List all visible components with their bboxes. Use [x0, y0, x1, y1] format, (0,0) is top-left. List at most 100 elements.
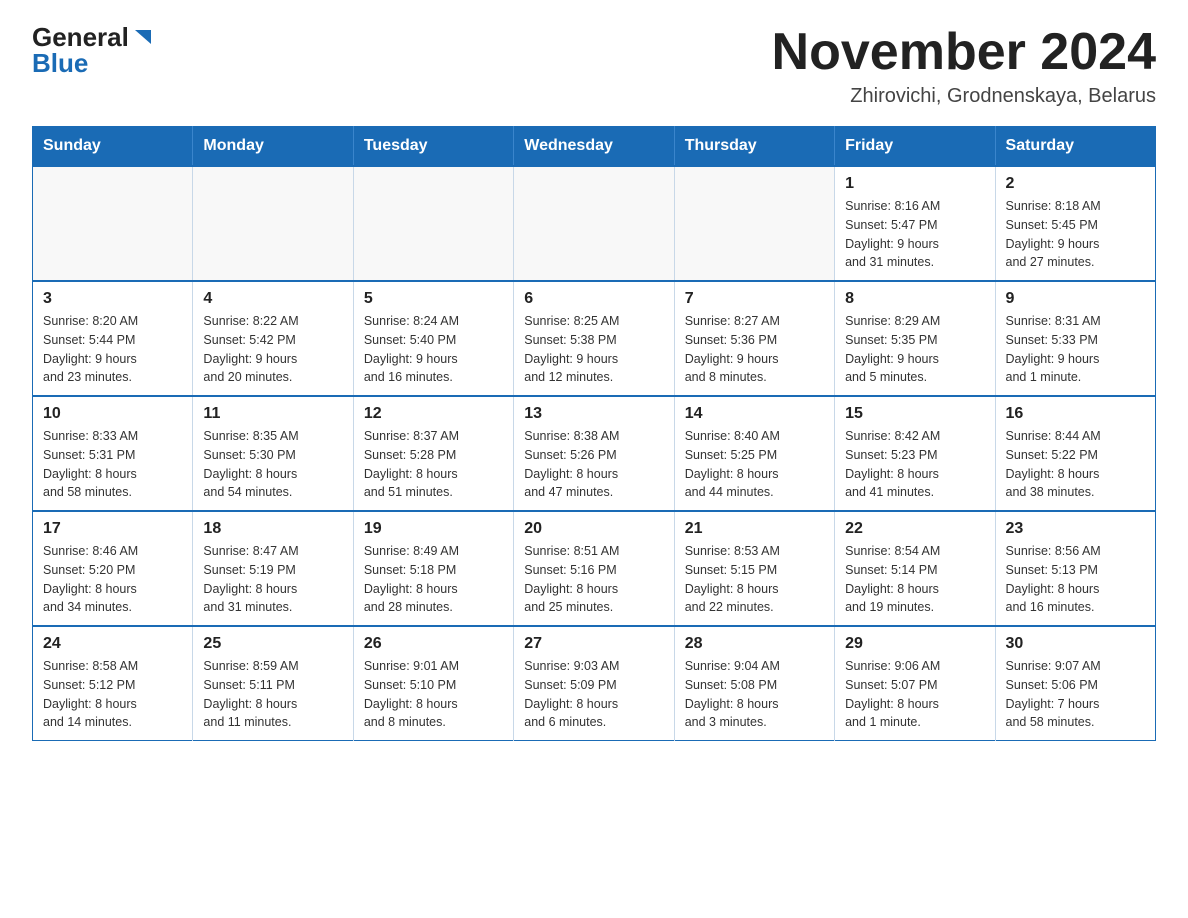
- location-subtitle: Zhirovichi, Grodnenskaya, Belarus: [772, 85, 1156, 108]
- logo-triangle-icon: [131, 26, 153, 48]
- calendar-cell: 16Sunrise: 8:44 AM Sunset: 5:22 PM Dayli…: [995, 396, 1155, 511]
- day-info: Sunrise: 8:25 AM Sunset: 5:38 PM Dayligh…: [524, 312, 663, 387]
- day-info: Sunrise: 8:49 AM Sunset: 5:18 PM Dayligh…: [364, 542, 503, 617]
- col-saturday: Saturday: [995, 127, 1155, 167]
- calendar-title: November 2024: [772, 24, 1156, 81]
- calendar-cell: 19 Sunrise: 8:49 AM Sunset: 5:18 PM Dayli…: [353, 511, 513, 626]
- day-number: 27: [524, 635, 663, 653]
- day-info: Sunrise: 8:31 AM Sunset: 5:33 PM Dayligh…: [1006, 312, 1145, 387]
- calendar-cell: [674, 166, 834, 281]
- day-info: Sunrise: 8:59 AM Sunset: 5:11 PM Dayligh…: [203, 657, 342, 732]
- calendar-cell: 29 Sunrise: 9:06 AM Sunset: 5:07 PM Dayli…: [835, 626, 995, 741]
- calendar-cell: 7Sunrise: 8:27 AM Sunset: 5:36 PM Daylig…: [674, 281, 834, 396]
- calendar-cell: [193, 166, 353, 281]
- calendar-cell: [353, 166, 513, 281]
- col-thursday: Thursday: [674, 127, 834, 167]
- calendar-cell: 8Sunrise: 8:29 AM Sunset: 5:35 PM Daylig…: [835, 281, 995, 396]
- day-number: 12: [364, 405, 503, 423]
- calendar-header: Sunday Monday Tuesday Wednesday Thursday…: [33, 127, 1156, 167]
- calendar-cell: 18 Sunrise: 8:47 AM Sunset: 5:19 PM Dayli…: [193, 511, 353, 626]
- day-info: Sunrise: 9:06 AM Sunset: 5:07 PM Dayligh…: [845, 657, 984, 732]
- day-info: Sunrise: 9:04 AM Sunset: 5:08 PM Dayligh…: [685, 657, 824, 732]
- col-tuesday: Tuesday: [353, 127, 513, 167]
- day-number: 13: [524, 405, 663, 423]
- calendar-cell: [514, 166, 674, 281]
- calendar-cell: 6 Sunrise: 8:25 AM Sunset: 5:38 PM Daylig…: [514, 281, 674, 396]
- calendar-cell: 11 Sunrise: 8:35 AM Sunset: 5:30 PM Dayli…: [193, 396, 353, 511]
- day-info: Sunrise: 8:46 AM Sunset: 5:20 PM Dayligh…: [43, 542, 182, 617]
- calendar-cell: 13 Sunrise: 8:38 AM Sunset: 5:26 PM Dayli…: [514, 396, 674, 511]
- day-number: 22: [845, 520, 984, 538]
- calendar-cell: 12 Sunrise: 8:37 AM Sunset: 5:28 PM Dayli…: [353, 396, 513, 511]
- day-number: 23: [1006, 520, 1145, 538]
- day-number: 28: [685, 635, 824, 653]
- calendar-cell: 1Sunrise: 8:16 AM Sunset: 5:47 PM Daylig…: [835, 166, 995, 281]
- day-number: 20: [524, 520, 663, 538]
- day-info: Sunrise: 8:42 AM Sunset: 5:23 PM Dayligh…: [845, 427, 984, 502]
- day-number: 10: [43, 405, 182, 423]
- day-info: Sunrise: 8:24 AM Sunset: 5:40 PM Dayligh…: [364, 312, 503, 387]
- col-wednesday: Wednesday: [514, 127, 674, 167]
- day-info: Sunrise: 8:47 AM Sunset: 5:19 PM Dayligh…: [203, 542, 342, 617]
- page-header: General Blue November 2024 Zhirovichi, G…: [32, 24, 1156, 108]
- calendar-week-1: 1Sunrise: 8:16 AM Sunset: 5:47 PM Daylig…: [33, 166, 1156, 281]
- calendar-cell: 27 Sunrise: 9:03 AM Sunset: 5:09 PM Dayli…: [514, 626, 674, 741]
- day-number: 19: [364, 520, 503, 538]
- day-info: Sunrise: 8:53 AM Sunset: 5:15 PM Dayligh…: [685, 542, 824, 617]
- calendar-cell: 26Sunrise: 9:01 AM Sunset: 5:10 PM Dayli…: [353, 626, 513, 741]
- calendar-cell: 22 Sunrise: 8:54 AM Sunset: 5:14 PM Dayli…: [835, 511, 995, 626]
- day-number: 1: [845, 175, 984, 193]
- calendar-week-3: 10 Sunrise: 8:33 AM Sunset: 5:31 PM Dayli…: [33, 396, 1156, 511]
- col-friday: Friday: [835, 127, 995, 167]
- day-number: 4: [203, 290, 342, 308]
- calendar-table: Sunday Monday Tuesday Wednesday Thursday…: [32, 126, 1156, 741]
- col-sunday: Sunday: [33, 127, 193, 167]
- calendar-cell: 21 Sunrise: 8:53 AM Sunset: 5:15 PM Dayli…: [674, 511, 834, 626]
- day-number: 14: [685, 405, 824, 423]
- calendar-cell: 3Sunrise: 8:20 AM Sunset: 5:44 PM Daylig…: [33, 281, 193, 396]
- calendar-cell: 23 Sunrise: 8:56 AM Sunset: 5:13 PM Dayli…: [995, 511, 1155, 626]
- day-number: 11: [203, 405, 342, 423]
- day-info: Sunrise: 9:03 AM Sunset: 5:09 PM Dayligh…: [524, 657, 663, 732]
- calendar-week-4: 17Sunrise: 8:46 AM Sunset: 5:20 PM Dayli…: [33, 511, 1156, 626]
- day-number: 9: [1006, 290, 1145, 308]
- col-monday: Monday: [193, 127, 353, 167]
- logo-general: General: [32, 24, 129, 50]
- calendar-cell: 14 Sunrise: 8:40 AM Sunset: 5:25 PM Dayli…: [674, 396, 834, 511]
- day-info: Sunrise: 8:40 AM Sunset: 5:25 PM Dayligh…: [685, 427, 824, 502]
- day-info: Sunrise: 9:07 AM Sunset: 5:06 PM Dayligh…: [1006, 657, 1145, 732]
- day-number: 30: [1006, 635, 1145, 653]
- day-number: 24: [43, 635, 182, 653]
- calendar-cell: 5 Sunrise: 8:24 AM Sunset: 5:40 PM Daylig…: [353, 281, 513, 396]
- calendar-body: 1Sunrise: 8:16 AM Sunset: 5:47 PM Daylig…: [33, 166, 1156, 741]
- logo-blue: Blue: [32, 50, 88, 76]
- day-info: Sunrise: 8:22 AM Sunset: 5:42 PM Dayligh…: [203, 312, 342, 387]
- day-number: 21: [685, 520, 824, 538]
- calendar-cell: 4 Sunrise: 8:22 AM Sunset: 5:42 PM Daylig…: [193, 281, 353, 396]
- day-info: Sunrise: 8:33 AM Sunset: 5:31 PM Dayligh…: [43, 427, 182, 502]
- calendar-cell: 9 Sunrise: 8:31 AM Sunset: 5:33 PM Daylig…: [995, 281, 1155, 396]
- day-info: Sunrise: 8:38 AM Sunset: 5:26 PM Dayligh…: [524, 427, 663, 502]
- calendar-week-2: 3Sunrise: 8:20 AM Sunset: 5:44 PM Daylig…: [33, 281, 1156, 396]
- day-info: Sunrise: 9:01 AM Sunset: 5:10 PM Dayligh…: [364, 657, 503, 732]
- day-number: 5: [364, 290, 503, 308]
- calendar-cell: 25Sunrise: 8:59 AM Sunset: 5:11 PM Dayli…: [193, 626, 353, 741]
- header-row: Sunday Monday Tuesday Wednesday Thursday…: [33, 127, 1156, 167]
- calendar-cell: [33, 166, 193, 281]
- day-number: 3: [43, 290, 182, 308]
- day-number: 18: [203, 520, 342, 538]
- calendar-cell: 17Sunrise: 8:46 AM Sunset: 5:20 PM Dayli…: [33, 511, 193, 626]
- day-number: 6: [524, 290, 663, 308]
- calendar-cell: 28 Sunrise: 9:04 AM Sunset: 5:08 PM Dayli…: [674, 626, 834, 741]
- calendar-cell: 15Sunrise: 8:42 AM Sunset: 5:23 PM Dayli…: [835, 396, 995, 511]
- day-info: Sunrise: 8:56 AM Sunset: 5:13 PM Dayligh…: [1006, 542, 1145, 617]
- day-info: Sunrise: 8:37 AM Sunset: 5:28 PM Dayligh…: [364, 427, 503, 502]
- day-info: Sunrise: 8:54 AM Sunset: 5:14 PM Dayligh…: [845, 542, 984, 617]
- day-info: Sunrise: 8:29 AM Sunset: 5:35 PM Dayligh…: [845, 312, 984, 387]
- day-info: Sunrise: 8:18 AM Sunset: 5:45 PM Dayligh…: [1006, 197, 1145, 272]
- calendar-cell: 10 Sunrise: 8:33 AM Sunset: 5:31 PM Dayli…: [33, 396, 193, 511]
- day-info: Sunrise: 8:35 AM Sunset: 5:30 PM Dayligh…: [203, 427, 342, 502]
- title-block: November 2024 Zhirovichi, Grodnenskaya, …: [772, 24, 1156, 108]
- logo: General Blue: [32, 24, 153, 76]
- day-number: 29: [845, 635, 984, 653]
